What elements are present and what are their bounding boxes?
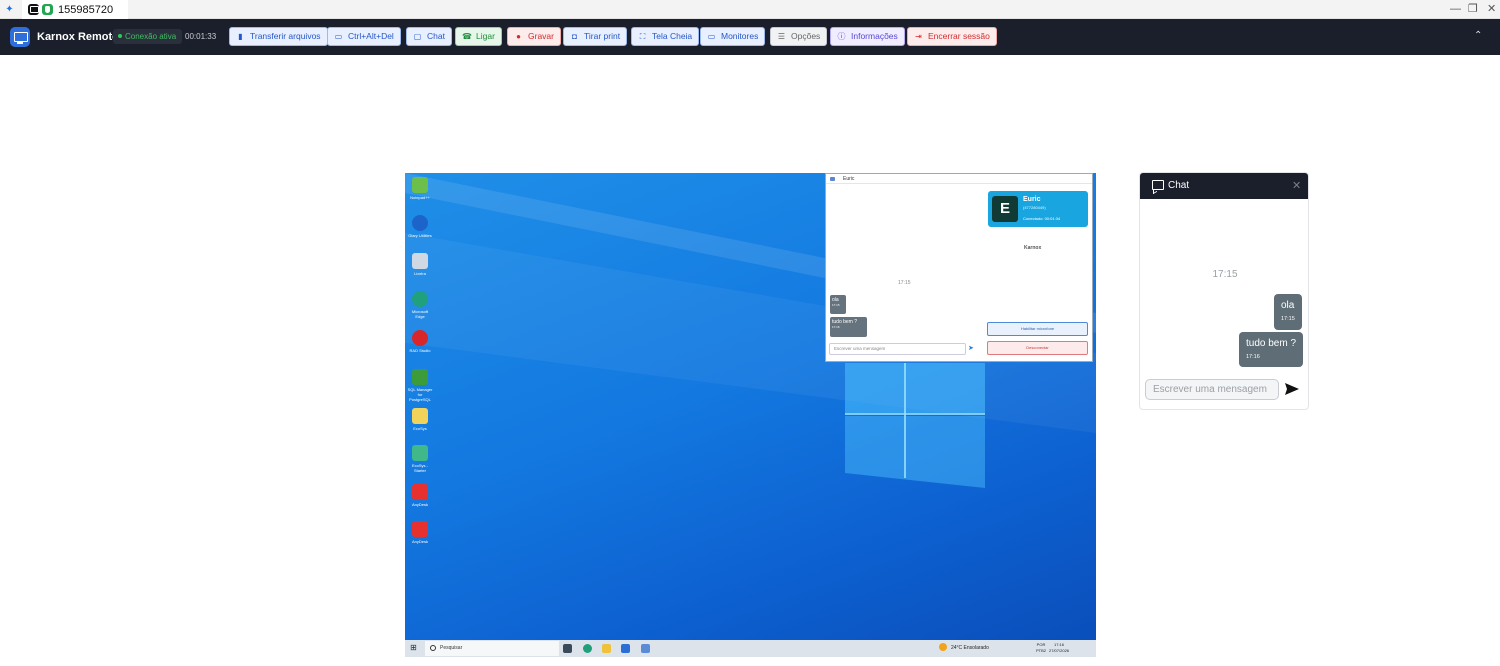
remote-chat-input[interactable]: Escrever uma mensagem bbox=[829, 343, 966, 355]
tab-title: 155985720 bbox=[58, 3, 114, 16]
desktop-icon-rad-studio[interactable]: RAD Studio bbox=[409, 330, 431, 353]
info-icon: ⓘ bbox=[837, 32, 846, 41]
fullscreen-button[interactable]: ⛶ Tela Cheia bbox=[631, 27, 700, 46]
glary-icon bbox=[412, 215, 428, 231]
taskbar-clock[interactable]: 17:16 27/07/2026 bbox=[1049, 642, 1069, 654]
edge-icon bbox=[412, 291, 428, 307]
desktop-icon-anydesk-2[interactable]: AnyDesk bbox=[409, 521, 431, 544]
ecosys-icon bbox=[412, 445, 428, 461]
logout-icon: ⇥ bbox=[915, 32, 922, 41]
shield-icon bbox=[42, 4, 53, 15]
remote-contact-name: Euric bbox=[1023, 196, 1041, 203]
chat-header: Chat ✕ bbox=[1140, 173, 1308, 199]
desktop-icon-notepad[interactable]: Notepad++ bbox=[409, 177, 431, 200]
remote-contact-card: E Euric (477280449) Conectado: 00:01:34 bbox=[988, 191, 1088, 227]
chat-time-separator: 17:15 bbox=[1212, 269, 1238, 280]
enable-microphone-button[interactable]: Habilitar microfone bbox=[987, 322, 1088, 336]
monitors-button[interactable]: ▭ Monitores bbox=[700, 27, 766, 46]
desktop-icon-glary[interactable]: Glary Utilities bbox=[408, 215, 432, 238]
monitor-icon: ▭ bbox=[707, 32, 716, 41]
desktop-icon-edge[interactable]: Microsoft Edge bbox=[409, 291, 431, 319]
remote-taskbar: ⊞ Pesquisar 24°C Ensolarado POR PTB2 17:… bbox=[405, 640, 1096, 657]
remote-chat-window[interactable]: Euric E Euric (477280449) Conectado: 00:… bbox=[825, 173, 1093, 362]
language-indicator[interactable]: POR PTB2 bbox=[1036, 642, 1046, 654]
app-logo-icon: ✦ bbox=[5, 4, 14, 15]
transfer-files-button[interactable]: ▮ Transferir arquivos bbox=[229, 27, 328, 46]
remote-screen[interactable]: Notepad++ Glary Utilities Lixeira Micros… bbox=[405, 173, 1096, 657]
chat-message-input[interactable]: Escrever uma mensagem bbox=[1145, 379, 1279, 400]
folder-icon bbox=[412, 408, 428, 424]
anydesk-icon bbox=[412, 521, 428, 537]
restore-button[interactable]: ❐ bbox=[1468, 2, 1478, 16]
collapse-toolbar-icon[interactable]: ⌃ bbox=[1474, 30, 1482, 41]
remote-chat-time: 17:15 bbox=[898, 280, 911, 286]
session-tab[interactable]: 155985720 bbox=[22, 0, 128, 19]
karnox-logo: Karnox bbox=[1024, 245, 1042, 251]
file-explorer-icon[interactable] bbox=[602, 644, 611, 653]
close-chat-button[interactable]: ✕ bbox=[1292, 179, 1301, 192]
close-window-button[interactable]: ✕ bbox=[1487, 2, 1496, 16]
session-toolbar: Karnox Remoto Conexão ativa 00:01:33 ▮ Tr… bbox=[0, 19, 1500, 55]
desktop-icon-ecosys-starter[interactable]: EcoSys - Starter bbox=[409, 445, 431, 473]
send-icon[interactable] bbox=[1284, 381, 1300, 397]
record-button[interactable]: ● Gravar bbox=[507, 27, 561, 46]
desktop-icon-sql-manager[interactable]: SQL Manager for PostgreSQL bbox=[408, 369, 432, 402]
screenshot-button[interactable]: ◘ Tirar print bbox=[563, 27, 628, 46]
call-button[interactable]: ☎ Ligar bbox=[455, 27, 502, 46]
weather-text: 24°C Ensolarado bbox=[951, 645, 989, 651]
notepad-icon bbox=[412, 177, 428, 193]
keyboard-icon: ▭ bbox=[334, 32, 343, 41]
minimize-button[interactable]: — bbox=[1450, 2, 1461, 16]
edge-icon[interactable] bbox=[583, 644, 592, 653]
windows-start-icon[interactable]: ⊞ bbox=[410, 644, 418, 652]
remote-chat-titlebar: Euric bbox=[826, 174, 1092, 184]
chat-panel: Chat ✕ 17:15 ola 17:15 tudo bem ? 17:16 … bbox=[1139, 172, 1309, 410]
ctrl-alt-del-button[interactable]: ▭ Ctrl+Alt+Del bbox=[327, 27, 401, 46]
chat-message: tudo bem ? 17:16 bbox=[1239, 332, 1304, 367]
remote-message: tudo bem ? 17:16 bbox=[830, 317, 867, 337]
sql-manager-icon bbox=[412, 369, 428, 385]
rad-studio-icon bbox=[412, 330, 428, 346]
session-timer: 00:01:33 bbox=[185, 32, 217, 41]
brand-name: Karnox Remoto bbox=[37, 31, 119, 43]
desktop-icon-recycle-bin[interactable]: Lixeira bbox=[409, 253, 431, 276]
remote-connected-time: Conectado: 00:01:34 bbox=[1023, 216, 1061, 221]
fullscreen-icon: ⛶ bbox=[639, 32, 646, 41]
remote-message: ola 17:15 bbox=[830, 295, 846, 314]
phone-icon: ☎ bbox=[462, 32, 472, 41]
connection-status-badge: Conexão ativa bbox=[113, 29, 183, 44]
task-view-icon[interactable] bbox=[563, 644, 572, 653]
karnox-taskbar-icon[interactable] bbox=[641, 644, 650, 653]
chat-message: ola 17:15 bbox=[1274, 294, 1302, 330]
options-button[interactable]: ☰ Opções bbox=[770, 27, 828, 46]
remote-contact-id: (477280449) bbox=[1023, 205, 1046, 210]
camera-icon: ◘ bbox=[572, 32, 577, 41]
anydesk-icon bbox=[412, 484, 428, 500]
desktop-icon-anydesk-1[interactable]: AnyDesk bbox=[409, 484, 431, 507]
file-icon: ▮ bbox=[238, 32, 243, 41]
info-button[interactable]: ⓘ Informações bbox=[830, 27, 905, 46]
chat-icon: ▢ bbox=[413, 32, 422, 41]
taskbar-search[interactable]: Pesquisar bbox=[425, 641, 559, 656]
window-titlebar: ✦ 155985720 — ❐ ✕ bbox=[0, 0, 1500, 19]
mail-icon[interactable] bbox=[621, 644, 630, 653]
send-icon[interactable]: ➤ bbox=[968, 344, 974, 352]
monitor-icon bbox=[28, 4, 39, 15]
end-session-button[interactable]: ⇥ Encerrar sessão bbox=[907, 27, 997, 46]
record-icon: ● bbox=[516, 32, 521, 41]
weather-icon bbox=[939, 643, 947, 651]
disconnect-button[interactable]: Desconectar bbox=[987, 341, 1088, 355]
avatar: E bbox=[992, 196, 1018, 222]
remote-desktop-icon bbox=[10, 27, 30, 47]
desktop-icon-ecosys[interactable]: EcoSys bbox=[409, 408, 431, 431]
chat-button[interactable]: ▢ Chat bbox=[406, 27, 452, 46]
chat-icon bbox=[1152, 180, 1164, 190]
sliders-icon: ☰ bbox=[777, 32, 786, 41]
chat-title: Chat bbox=[1168, 180, 1190, 191]
recycle-bin-icon bbox=[412, 253, 428, 269]
